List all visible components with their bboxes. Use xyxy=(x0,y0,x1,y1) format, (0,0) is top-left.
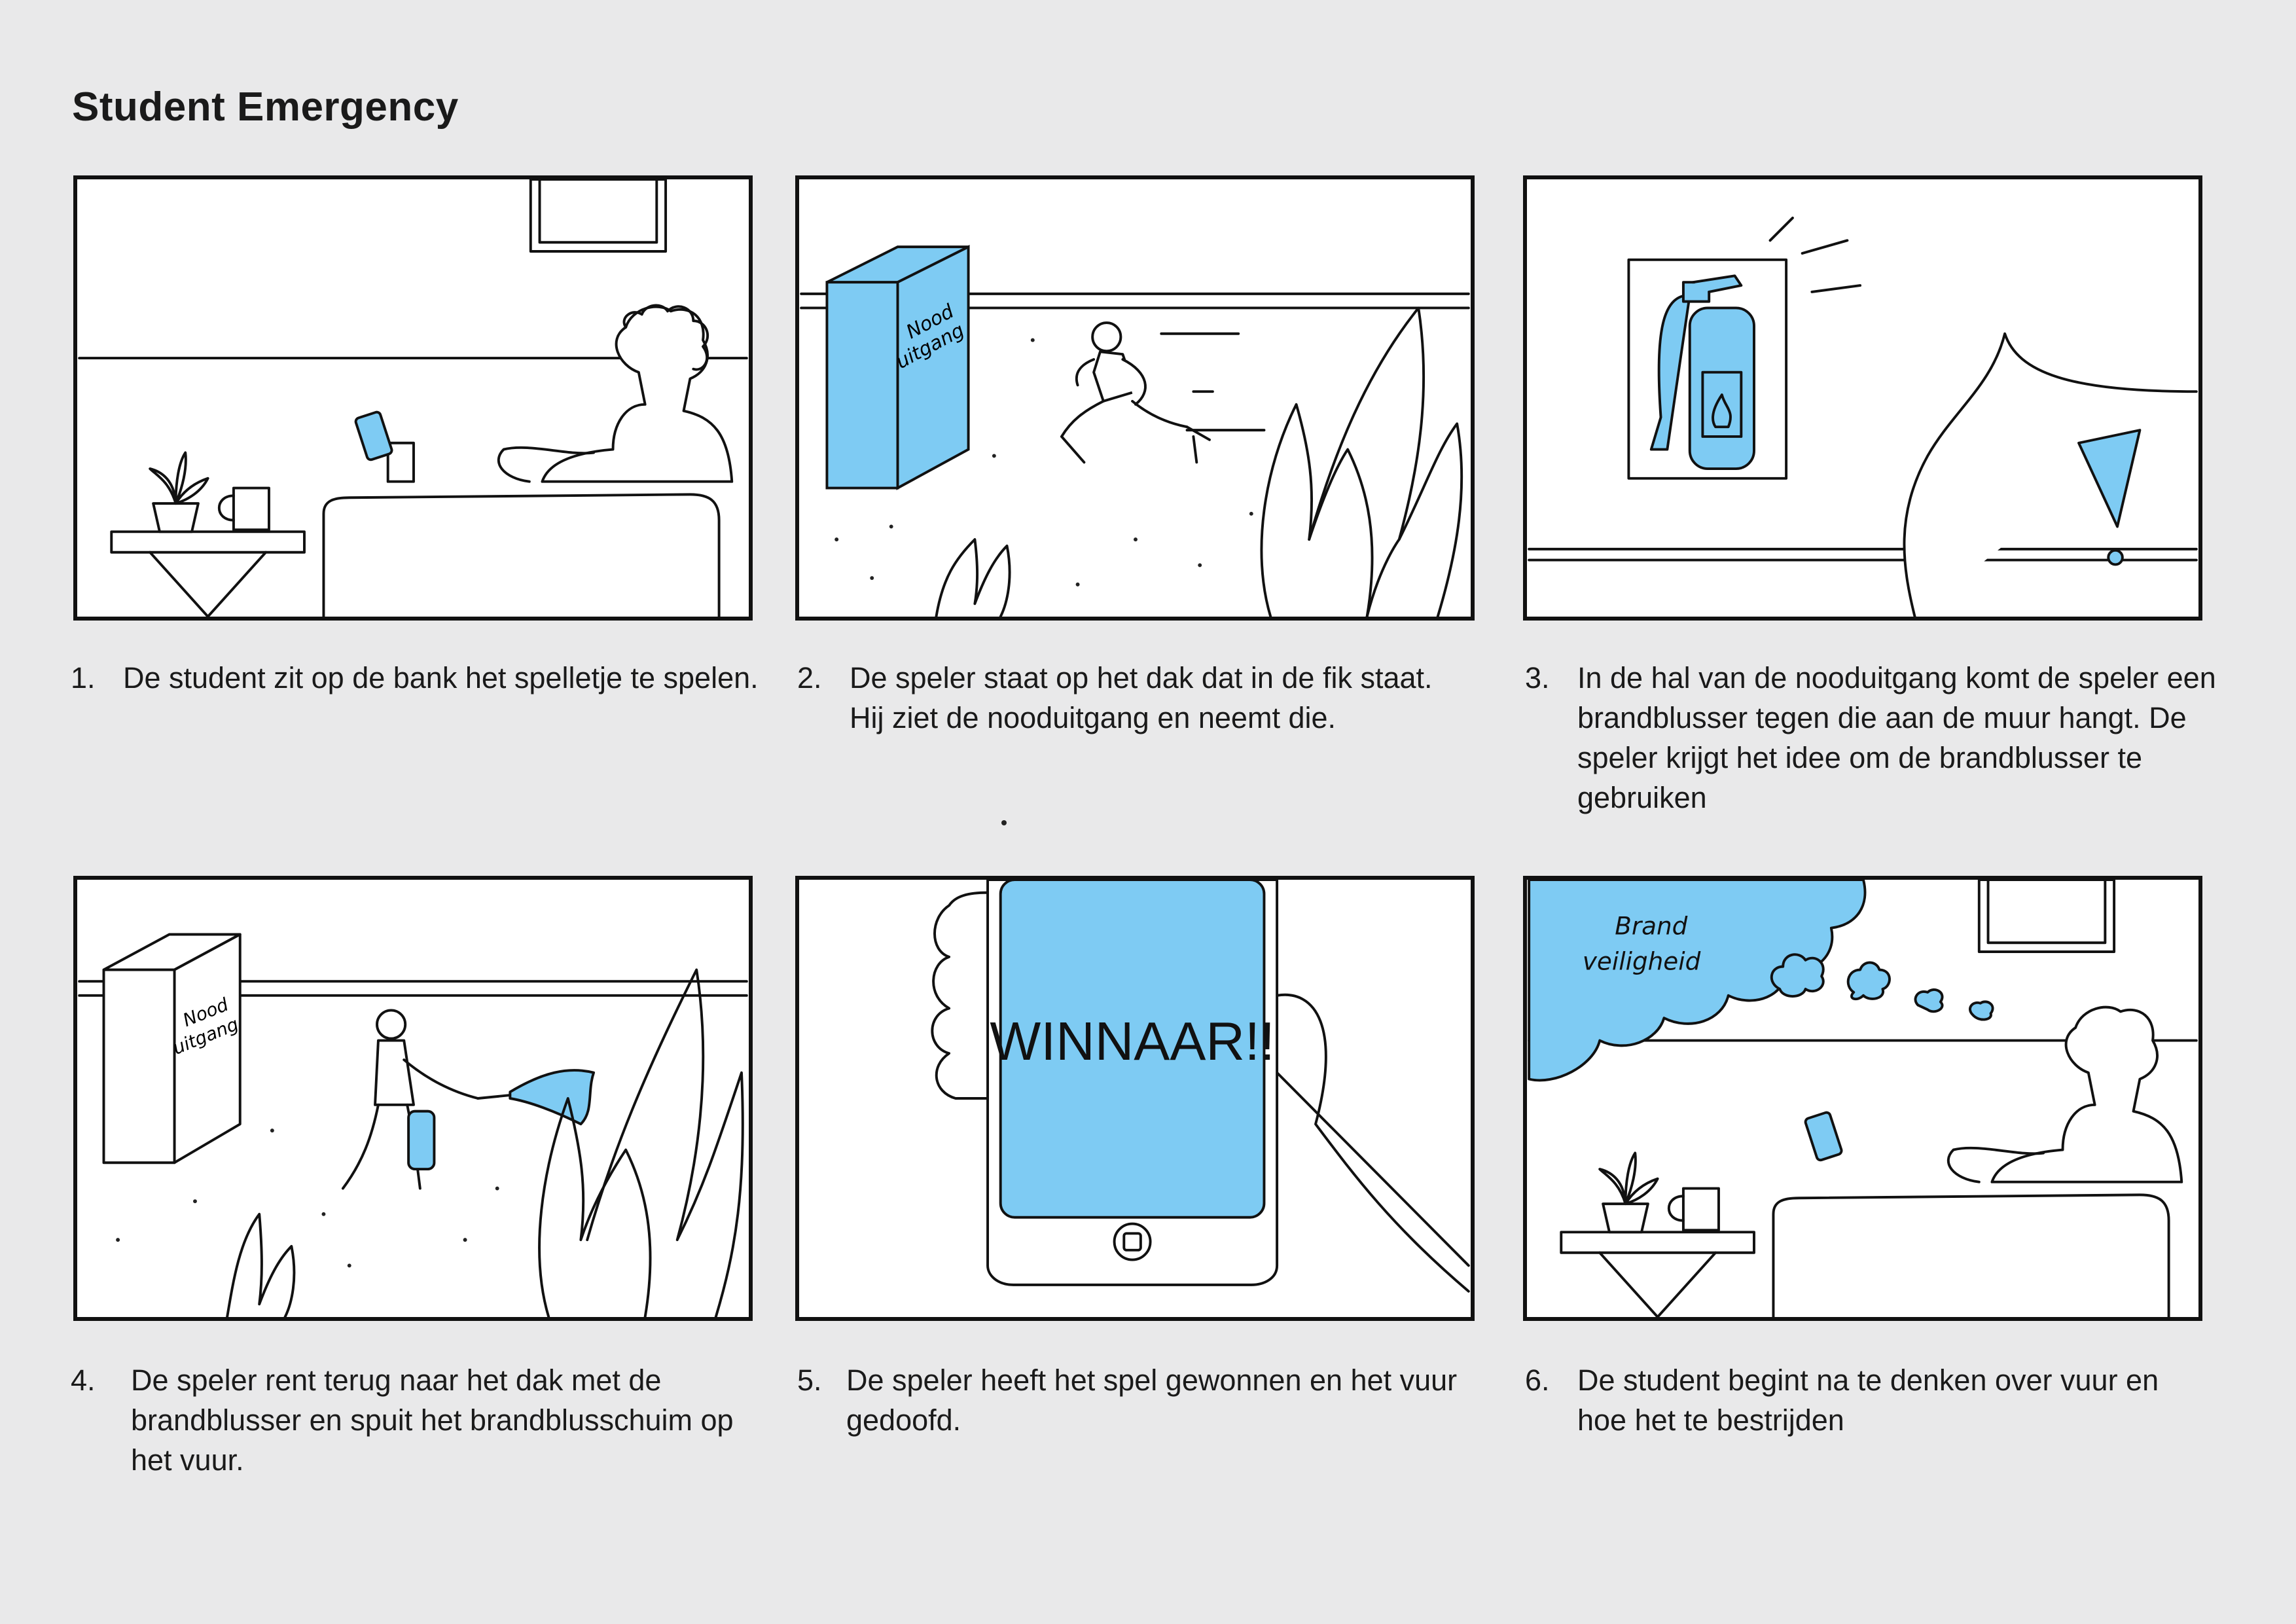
scene-fire-extinguisher-on-wall xyxy=(1528,216,2198,617)
thought-brand: Brand xyxy=(1615,912,1687,941)
emergency-exit-box: Nood uitgang xyxy=(825,244,970,490)
caption-1: 1. De student zit op de bank het spellet… xyxy=(71,658,764,698)
thought-cloud xyxy=(1528,880,1994,1082)
caption-number: 3. xyxy=(1525,661,1550,695)
caption-6: 6. De student begint na te denken over v… xyxy=(1525,1360,2245,1440)
caption-number: 4. xyxy=(71,1363,96,1397)
storyboard-panel-1 xyxy=(73,175,753,621)
storyboard-panel-5: WINNAAR!! xyxy=(795,876,1475,1321)
scene-player-on-roof: Nood uitgang xyxy=(800,244,1470,617)
caption-4: 4. De speler rent terug naar het dak met… xyxy=(71,1360,764,1480)
caption-5: 5. De speler heeft het spel gewonnen en … xyxy=(797,1360,1491,1440)
caption-text: De student zit op de bank het spelletje … xyxy=(123,661,759,695)
caption-text: In de hal van de nooduitgang komt de spe… xyxy=(1577,661,2216,814)
scene-phone-winner: WINNAAR!! xyxy=(931,880,1470,1293)
exclamation-icon xyxy=(2077,429,2142,566)
caption-3: 3. In de hal van de nooduitgang komt de … xyxy=(1525,658,2245,818)
caption-text: De speler rent terug naar het dak met de… xyxy=(131,1363,734,1477)
storyboard-panel-2: Nood uitgang xyxy=(795,175,1475,621)
storyboard-panel-6: Brand veiligheid xyxy=(1523,876,2202,1321)
scene-student-thinking: Brand veiligheid xyxy=(1528,880,2198,1317)
page-title: Student Emergency xyxy=(72,84,459,130)
stray-dot xyxy=(1001,820,1007,825)
caption-number: 2. xyxy=(797,661,822,695)
caption-text: De speler staat op het dak dat in de fik… xyxy=(850,661,1433,734)
scene-player-extinguishing-fire: Nood uitgang xyxy=(78,933,748,1317)
storyboard-panel-4: Nood uitgang xyxy=(73,876,753,1321)
roof-fire xyxy=(935,306,1463,617)
scene-student-on-couch xyxy=(78,179,748,617)
caption-number: 1. xyxy=(71,661,96,695)
winner-text: WINNAAR!! xyxy=(990,1011,1274,1072)
caption-2: 2. De speler staat op het dak dat in de … xyxy=(797,658,1478,738)
caption-text: De student begint na te denken over vuur… xyxy=(1577,1363,2159,1437)
thought-veiligheid: veiligheid xyxy=(1583,947,1701,976)
running-player xyxy=(1060,321,1211,464)
caption-number: 6. xyxy=(1525,1363,1550,1397)
storyboard-panel-3 xyxy=(1523,175,2202,621)
caption-text: De speler heeft het spel gewonnen en het… xyxy=(846,1363,1458,1437)
caption-number: 5. xyxy=(797,1363,822,1397)
